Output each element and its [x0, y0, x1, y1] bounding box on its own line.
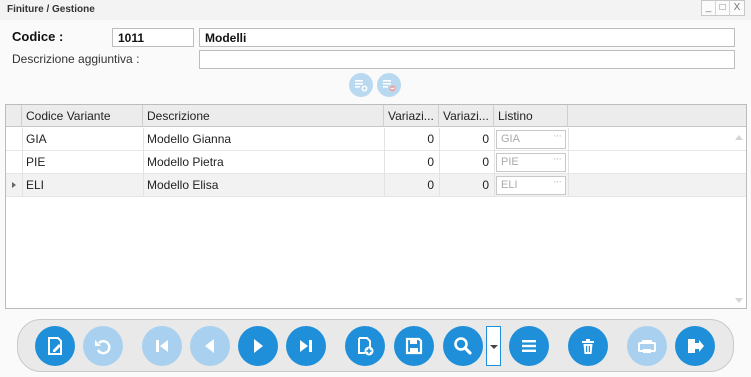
- cell-codice[interactable]: GIA: [22, 128, 143, 151]
- column-header-listino[interactable]: Listino: [494, 105, 568, 127]
- cell-descrizione[interactable]: Modello Pietra: [143, 151, 384, 174]
- restore-button[interactable]: □: [716, 1, 730, 15]
- cell-codice[interactable]: ELI: [22, 174, 143, 197]
- cell-descrizione[interactable]: Modello Elisa: [143, 174, 384, 197]
- remove-row-button[interactable]: [377, 73, 401, 97]
- listino-value: ELI: [501, 179, 518, 191]
- cell-variazione-1[interactable]: 0: [384, 151, 439, 174]
- table-row-selected[interactable]: ELI Modello Elisa 0 0 ELI ···: [6, 174, 746, 197]
- previous-icon: [205, 339, 214, 353]
- list-icon: [522, 340, 536, 352]
- cell-variazione-2[interactable]: 0: [439, 174, 494, 197]
- print-icon: [638, 340, 656, 353]
- minimize-button[interactable]: _: [702, 1, 716, 15]
- vertical-scrollbar[interactable]: [731, 128, 746, 308]
- grid-header: Codice Variante Descrizione Variazi... V…: [6, 105, 746, 127]
- lookup-ellipsis-button[interactable]: ···: [553, 174, 562, 191]
- add-row-button[interactable]: [349, 73, 373, 97]
- search-options-dropdown[interactable]: [486, 326, 501, 366]
- save-button[interactable]: [394, 326, 434, 366]
- exit-button[interactable]: [675, 326, 715, 366]
- row-actions: [349, 73, 401, 97]
- close-button[interactable]: X: [730, 1, 744, 15]
- save-icon: [405, 337, 423, 355]
- cell-variazione-2[interactable]: 0: [439, 151, 494, 174]
- previous-record-button[interactable]: [190, 326, 230, 366]
- descrizione-field[interactable]: [199, 50, 735, 69]
- skip-last-icon: [300, 340, 312, 352]
- nome-field[interactable]: Modelli: [199, 28, 735, 47]
- scroll-up-icon[interactable]: [735, 135, 743, 140]
- listino-value: GIA: [501, 133, 520, 145]
- first-record-button[interactable]: [142, 326, 182, 366]
- new-record-button[interactable]: [345, 326, 385, 366]
- codice-label: Codice :: [12, 29, 64, 44]
- lookup-ellipsis-button[interactable]: ···: [553, 128, 562, 145]
- exit-icon: [688, 339, 704, 353]
- undo-button[interactable]: [83, 326, 123, 366]
- new-document-icon: [358, 337, 374, 356]
- listino-value: PIE: [501, 156, 519, 168]
- lookup-ellipsis-button[interactable]: ···: [553, 151, 562, 168]
- chevron-down-icon: [490, 345, 498, 349]
- column-header-codice[interactable]: Codice Variante: [22, 105, 143, 127]
- last-record-button[interactable]: [286, 326, 326, 366]
- window-titlebar: Finiture / Gestione _ □ X: [0, 0, 751, 20]
- add-row-icon: [355, 80, 368, 92]
- column-header-variazione-1[interactable]: Variazi...: [384, 105, 439, 127]
- undo-icon: [95, 340, 111, 355]
- remove-row-icon: [383, 80, 396, 92]
- scroll-down-icon[interactable]: [735, 298, 743, 303]
- row-header-corner: [6, 105, 22, 127]
- edit-button[interactable]: [35, 326, 75, 366]
- cell-codice[interactable]: PIE: [22, 151, 143, 174]
- column-header-descrizione[interactable]: Descrizione: [143, 105, 384, 127]
- search-button[interactable]: [443, 326, 483, 366]
- next-record-button[interactable]: [238, 326, 278, 366]
- cell-variazione-1[interactable]: 0: [384, 174, 439, 197]
- table-row[interactable]: GIA Modello Gianna 0 0 GIA ···: [6, 128, 746, 151]
- table-row[interactable]: PIE Modello Pietra 0 0 PIE ···: [6, 151, 746, 174]
- delete-button[interactable]: [568, 326, 608, 366]
- bottom-toolbar: [17, 319, 734, 372]
- current-row-indicator-icon: [12, 182, 16, 188]
- print-button[interactable]: [627, 326, 667, 366]
- listino-lookup[interactable]: GIA ···: [496, 130, 566, 149]
- variants-grid: Codice Variante Descrizione Variazi... V…: [5, 104, 747, 309]
- column-header-variazione-2[interactable]: Variazi...: [439, 105, 494, 127]
- listino-lookup[interactable]: PIE ···: [496, 153, 566, 172]
- window-title: Finiture / Gestione: [7, 4, 95, 15]
- next-icon: [254, 339, 263, 353]
- list-button[interactable]: [509, 326, 549, 366]
- cell-variazione-2[interactable]: 0: [439, 128, 494, 151]
- descrizione-label: Descrizione aggiuntiva :: [12, 52, 140, 66]
- edit-document-icon: [48, 337, 62, 355]
- trash-icon: [582, 339, 594, 354]
- search-icon: [454, 337, 472, 355]
- cell-descrizione[interactable]: Modello Gianna: [143, 128, 384, 151]
- window-controls: _ □ X: [701, 0, 745, 16]
- cell-variazione-1[interactable]: 0: [384, 128, 439, 151]
- skip-first-icon: [156, 340, 168, 352]
- listino-lookup[interactable]: ELI ···: [496, 176, 566, 195]
- codice-field[interactable]: 1011: [112, 28, 194, 47]
